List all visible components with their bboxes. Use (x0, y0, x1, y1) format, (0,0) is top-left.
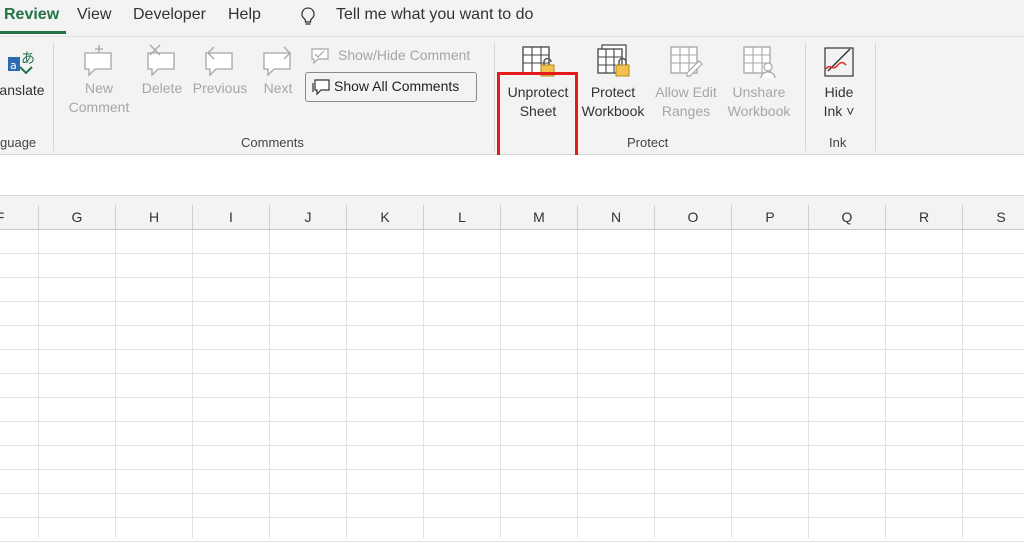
protect-workbook-button[interactable]: Protect Workbook (578, 43, 648, 121)
protect-group-label: Protect (627, 135, 669, 150)
show-hide-comment-icon (311, 48, 329, 65)
unshare-workbook-label-1: Unshare (732, 84, 786, 100)
unshare-workbook-label-2: Workbook (727, 103, 791, 119)
column-header-j[interactable]: J (270, 205, 347, 229)
group-separator (53, 43, 54, 151)
column-header-l[interactable]: L (424, 205, 501, 229)
grid-row-line (0, 253, 1024, 254)
comments-group-label: Comments (241, 135, 304, 150)
new-comment-label-2: Comment (68, 99, 130, 115)
translate-icon: a あ (8, 51, 35, 75)
hide-ink-button[interactable]: Hide Ink ˅ (812, 43, 866, 121)
previous-comment-icon (205, 46, 233, 77)
svg-text:あ: あ (21, 51, 35, 67)
column-header-g[interactable]: G (39, 205, 116, 229)
ribbon: a あ anslate guage New Comment Delete Pre… (0, 37, 1024, 165)
previous-comment-label: Previous (192, 80, 248, 96)
protect-workbook-label-2: Workbook (581, 103, 645, 119)
column-header-r[interactable]: R (886, 205, 963, 229)
cell-grid[interactable] (0, 230, 1024, 542)
show-all-comments-label: Show All Comments (334, 78, 460, 94)
column-header-p[interactable]: P (732, 205, 809, 229)
ribbon-tab-bar: Review View Developer Help Tell me what … (0, 0, 1024, 37)
hide-ink-label-1: Hide (824, 84, 854, 100)
next-comment-button[interactable]: Next (256, 43, 300, 98)
protect-workbook-label-1: Protect (590, 84, 636, 100)
next-comment-label: Next (263, 80, 293, 96)
formula-bar[interactable] (0, 155, 1024, 196)
allow-edit-ranges-button[interactable]: Allow Edit Ranges (651, 43, 721, 121)
highlight-box (497, 72, 578, 165)
ink-group-label: Ink (829, 135, 847, 150)
hide-ink-label-2: Ink ˅ (823, 103, 855, 119)
column-header-k[interactable]: K (347, 205, 424, 229)
active-tab-indicator (0, 31, 66, 34)
show-all-comments-icon (312, 79, 330, 96)
tab-developer[interactable]: Developer (133, 6, 206, 24)
column-header-n[interactable]: N (578, 205, 655, 229)
tab-review[interactable]: Review (4, 6, 59, 24)
tell-me-text: Tell me what you want to do (336, 6, 534, 23)
hide-ink-icon (824, 47, 854, 77)
lightbulb-icon (301, 7, 315, 25)
grid-row-line (0, 301, 1024, 302)
grid-row-line (0, 517, 1024, 518)
grid-row-line (0, 421, 1024, 422)
new-comment-label-1: New (84, 80, 113, 96)
svg-text:a: a (10, 59, 17, 72)
allow-edit-ranges-icon (670, 46, 703, 77)
grid-row-line (0, 469, 1024, 470)
delete-comment-button[interactable]: Delete (138, 43, 186, 98)
grid-row-line (0, 277, 1024, 278)
grid-row-line (0, 397, 1024, 398)
delete-comment-icon (147, 44, 175, 77)
group-separator (805, 43, 806, 151)
delete-comment-label: Delete (141, 80, 183, 96)
column-header-s[interactable]: S (963, 205, 1024, 229)
translate-button[interactable]: a あ anslate (0, 47, 48, 100)
unshare-workbook-icon (743, 46, 776, 79)
grid-row-line (0, 349, 1024, 350)
column-header-row: FGHIJKLMNOPQRS (0, 205, 1024, 230)
column-header-h[interactable]: H (116, 205, 193, 229)
allow-edit-ranges-label-1: Allow Edit (655, 84, 717, 100)
group-separator (875, 43, 876, 151)
group-separator (494, 43, 495, 151)
unshare-workbook-button[interactable]: Unshare Workbook (724, 43, 794, 121)
grid-row-line (0, 325, 1024, 326)
next-comment-icon (263, 46, 291, 77)
allow-edit-ranges-label-2: Ranges (661, 103, 711, 119)
column-header-m[interactable]: M (501, 205, 578, 229)
new-comment-icon (84, 45, 112, 77)
previous-comment-button[interactable]: Previous (191, 43, 249, 98)
column-header-i[interactable]: I (193, 205, 270, 229)
protect-workbook-icon (597, 44, 630, 77)
show-all-comments-button[interactable]: Show All Comments (305, 72, 477, 102)
column-header-o[interactable]: O (655, 205, 732, 229)
sheet-top-gap (0, 196, 1024, 205)
new-comment-button[interactable]: New Comment (66, 43, 132, 117)
show-hide-comment-label: Show/Hide Comment (338, 47, 471, 63)
language-group-label: guage (0, 135, 37, 150)
translate-label: anslate (0, 82, 45, 98)
column-header-f[interactable]: F (0, 205, 39, 229)
tab-view[interactable]: View (77, 6, 111, 24)
tab-help[interactable]: Help (228, 6, 261, 24)
grid-row-line (0, 493, 1024, 494)
column-header-q[interactable]: Q (809, 205, 886, 229)
grid-row-line (0, 445, 1024, 446)
grid-row-line (0, 373, 1024, 374)
